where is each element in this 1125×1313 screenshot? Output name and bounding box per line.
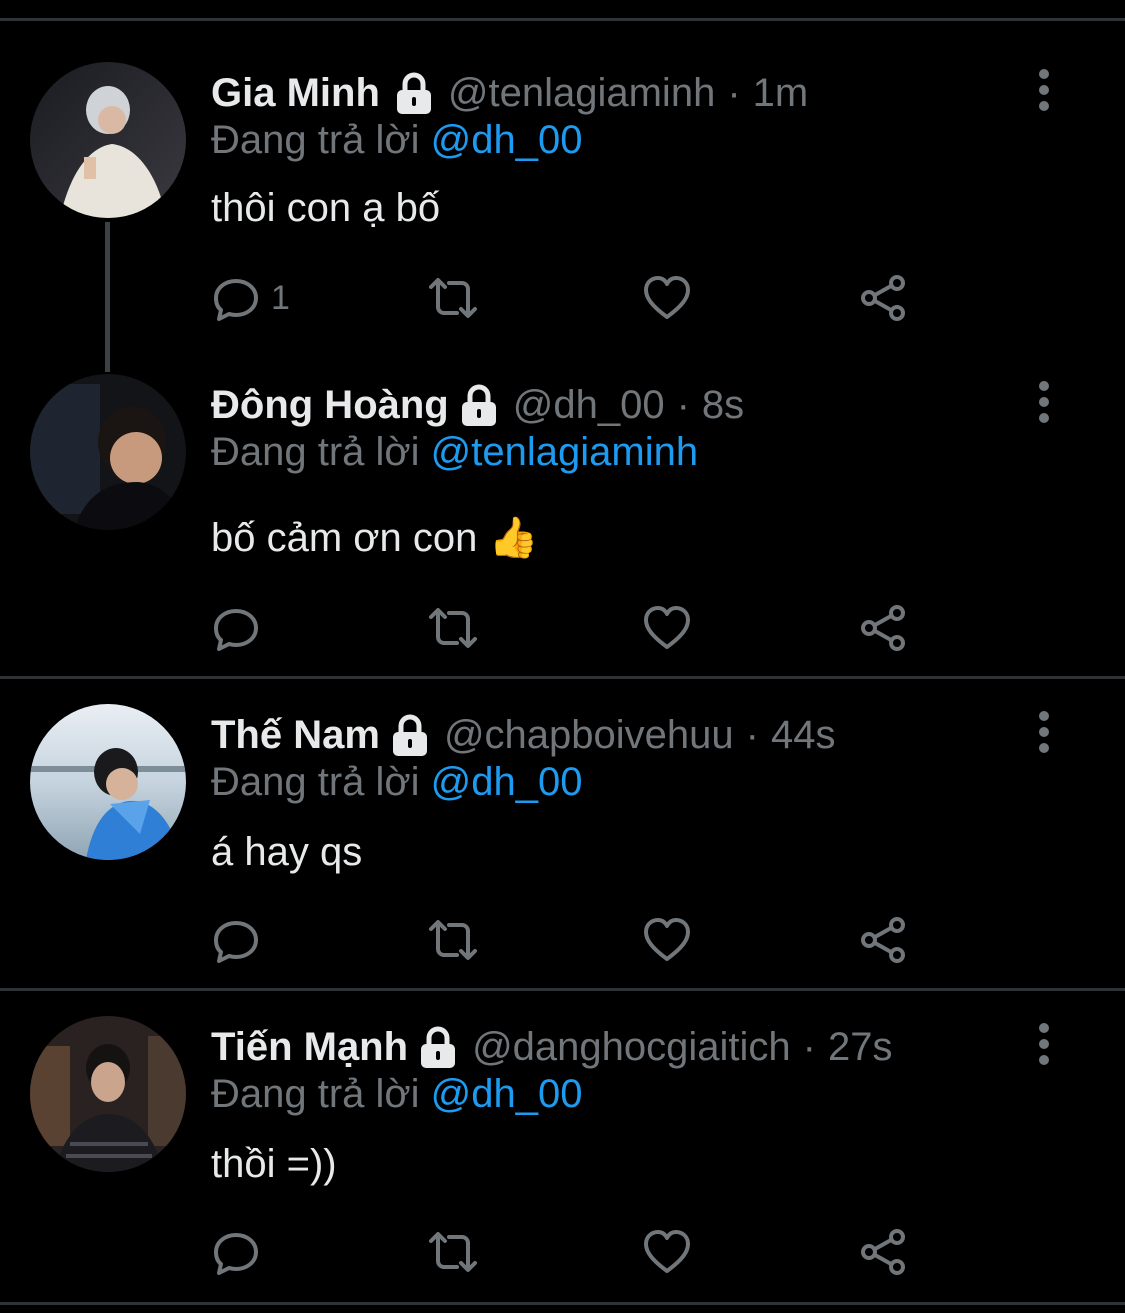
replying-to: Đang trả lời @dh_00 xyxy=(211,1072,583,1117)
replying-prefix: Đang trả lời xyxy=(211,1072,420,1116)
timestamp[interactable]: 27s xyxy=(828,1025,893,1070)
tweet-text: thồi =)) xyxy=(211,1142,337,1186)
mention-link[interactable]: @dh_00 xyxy=(431,1072,583,1116)
display-name[interactable]: Tiến Mạnh xyxy=(211,1025,408,1070)
share-button[interactable] xyxy=(859,1224,909,1280)
tweet-tien-manh[interactable]: Tiến Mạnh @danghocgiaitich · 27s Đang tr… xyxy=(0,0,1125,1300)
like-button[interactable] xyxy=(642,1224,692,1280)
tweet-header: Tiến Mạnh @danghocgiaitich · 27s xyxy=(211,1019,892,1075)
retweet-icon xyxy=(429,1232,477,1272)
reply-button[interactable] xyxy=(211,1224,261,1280)
share-icon xyxy=(861,1229,905,1275)
avatar[interactable] xyxy=(30,1016,186,1172)
handle[interactable]: @danghocgiaitich xyxy=(472,1025,791,1070)
bottom-divider xyxy=(0,1302,1125,1305)
lock-icon xyxy=(418,1025,458,1069)
retweet-button[interactable] xyxy=(425,1224,481,1280)
heart-icon xyxy=(644,1230,690,1273)
separator-dot: · xyxy=(802,1024,816,1069)
reply-icon xyxy=(214,1233,258,1275)
more-options-icon[interactable] xyxy=(1030,1022,1058,1066)
